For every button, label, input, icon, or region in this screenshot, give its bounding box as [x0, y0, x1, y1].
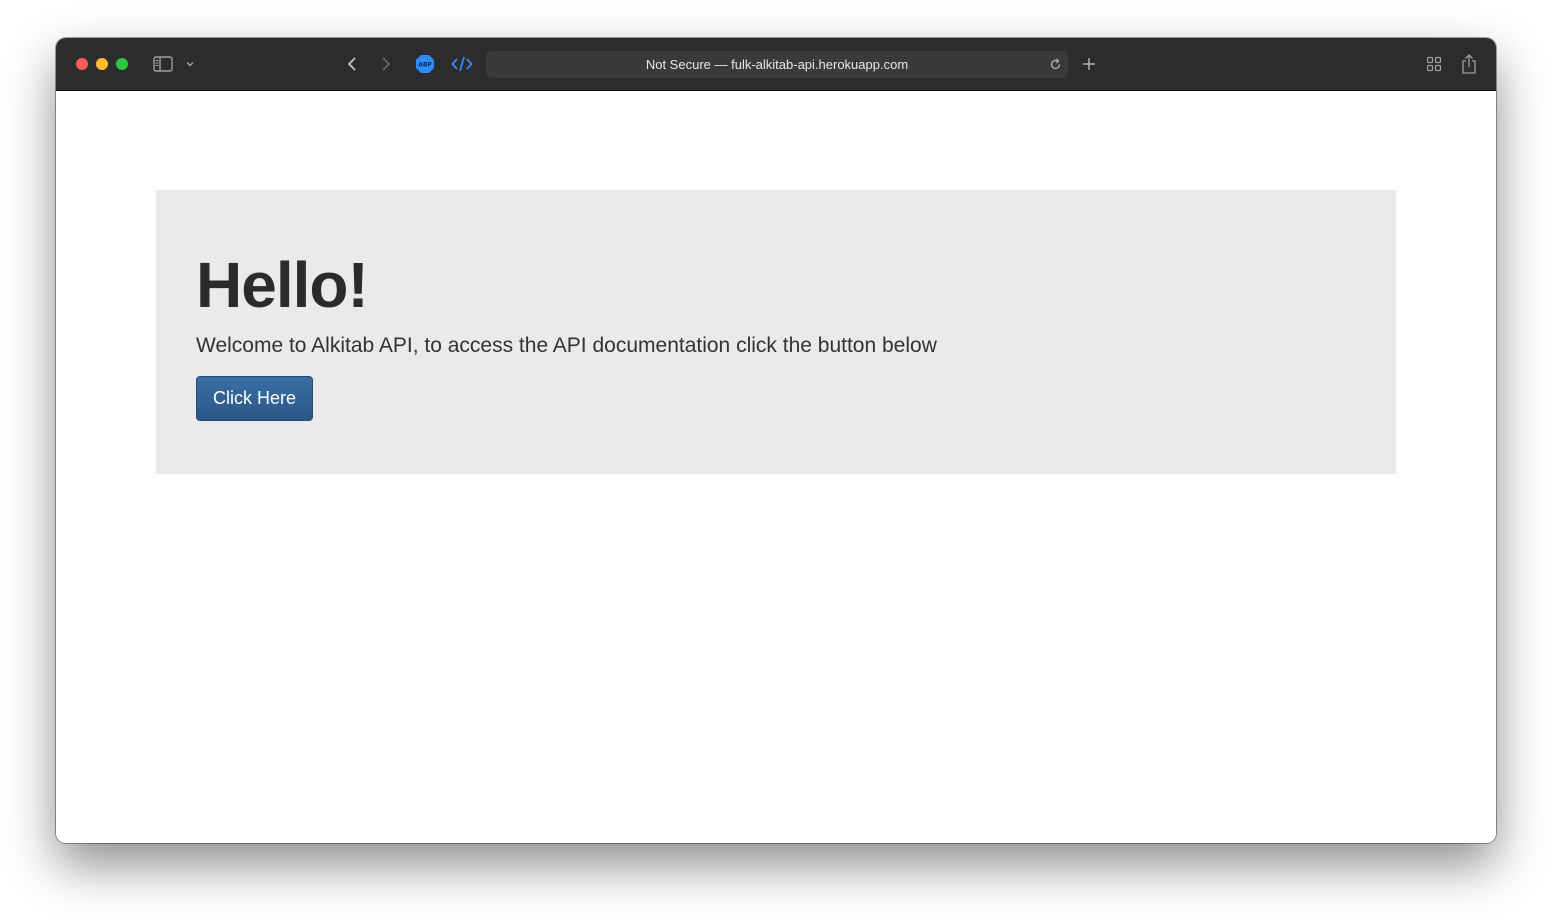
maximize-window-button[interactable]: [116, 58, 128, 70]
chevron-down-icon[interactable]: [184, 52, 196, 76]
share-icon[interactable]: [1458, 52, 1480, 76]
reload-icon[interactable]: [1046, 55, 1064, 73]
hero-subtitle: Welcome to Alkitab API, to access the AP…: [196, 334, 937, 357]
browser-window: ABP Not Secure — fulk-alkitab-api.heroku…: [56, 38, 1496, 843]
sidebar-icon[interactable]: [152, 52, 174, 76]
close-window-button[interactable]: [76, 58, 88, 70]
svg-text:ABP: ABP: [418, 62, 432, 69]
browser-toolbar: ABP Not Secure — fulk-alkitab-api.heroku…: [56, 38, 1496, 91]
adblock-icon[interactable]: ABP: [414, 52, 436, 76]
forward-arrow-icon[interactable]: [376, 52, 396, 76]
hero-panel: Hello! Welcome to Alkitab API, to access…: [156, 190, 1396, 474]
plus-icon[interactable]: [1078, 52, 1100, 76]
back-arrow-icon[interactable]: [342, 52, 362, 76]
tab-overview-icon[interactable]: [1423, 52, 1445, 76]
minimize-window-button[interactable]: [96, 58, 108, 70]
page-content: Hello! Welcome to Alkitab API, to access…: [56, 91, 1496, 843]
address-text: Not Secure — fulk-alkitab-api.herokuapp.…: [646, 57, 908, 72]
code-icon[interactable]: [450, 52, 474, 76]
address-host: fulk-alkitab-api.herokuapp.com: [731, 57, 909, 72]
click-here-button[interactable]: Click Here: [196, 376, 313, 421]
page-title: Hello!: [196, 249, 369, 321]
address-bar[interactable]: Not Secure — fulk-alkitab-api.herokuapp.…: [486, 51, 1068, 78]
security-status: Not Secure —: [645, 57, 732, 72]
